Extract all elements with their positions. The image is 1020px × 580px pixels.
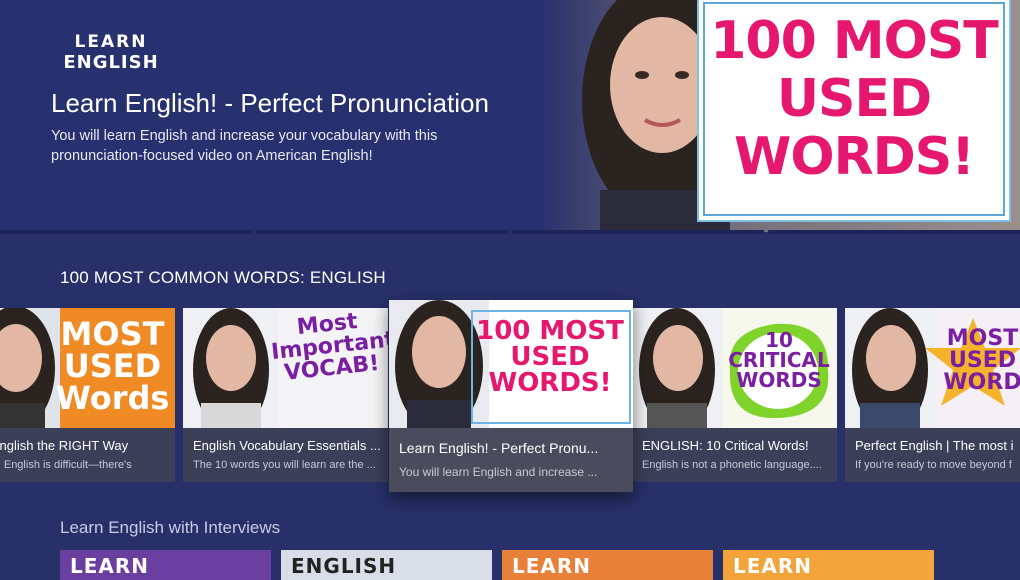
thumbnail-text: 100 MOST USED WORDS! (476, 316, 624, 398)
hero-thumbnail-card: 100 MOST USED WORDS! (703, 2, 1005, 216)
video-title: Learn English! - Perfect Pronu... (399, 440, 599, 456)
video-row-interviews: LEARN ENGLISH LEARN LEARN (60, 550, 934, 580)
video-thumbnail: MOST USED WORD (845, 308, 1020, 428)
video-thumbnail: Most Important VOCAB! (183, 308, 388, 428)
logo-line1: LEARN (74, 32, 148, 52)
thumbnail-text: MOST USED WORD (943, 326, 1020, 395)
video-card[interactable]: MOST USED Words n English the RIGHT Way … (0, 308, 175, 482)
video-card[interactable]: Most Important VOCAB! English Vocabulary… (183, 308, 388, 482)
video-card[interactable]: LEARN (723, 550, 934, 580)
video-description: The 10 words you will learn are the ... (193, 459, 376, 471)
video-title: ENGLISH: 10 Critical Words! (642, 438, 809, 453)
video-card[interactable]: LEARN (60, 550, 271, 580)
video-thumbnail: 10 CRITICAL WORDS (632, 308, 837, 428)
video-row-common-words: MOST USED Words n English the RIGHT Way … (0, 300, 1020, 492)
video-card[interactable]: LEARN (502, 550, 713, 580)
video-thumbnail: MOST USED Words (0, 308, 175, 428)
hero-thumbnail: 100 MOST USED WORDS! (540, 0, 1020, 232)
hero-pager (0, 230, 1020, 234)
hero-description: You will learn English and increase your… (51, 128, 438, 164)
row-title-interviews: Learn English with Interviews (60, 518, 281, 537)
hero-pager-segment (512, 230, 764, 234)
video-card[interactable]: MOST USED WORD Perfect English | The mos… (845, 308, 1020, 482)
hero-title: Learn English! - Perfect Pronunciation (51, 88, 489, 118)
video-title: English Vocabulary Essentials ... (193, 438, 381, 453)
video-description: English is not a phonetic language.... (642, 459, 822, 471)
hero-pager-segment (0, 230, 252, 234)
video-description: You will learn English and increase ... (399, 465, 598, 479)
thumbnail-text: LEARN (733, 554, 813, 578)
video-card[interactable]: 10 CRITICAL WORDS ENGLISH: 10 Critical W… (632, 308, 837, 482)
hero-pager-segment (256, 230, 508, 234)
thumbnail-text: MOST USED Words (55, 315, 170, 417)
video-title: n English the RIGHT Way (0, 438, 129, 453)
row-title-common-words: 100 MOST COMMON WORDS: ENGLISH (60, 268, 386, 287)
presenter-image (845, 308, 935, 428)
hero-pager-segment (768, 230, 1020, 234)
video-description: ning English is difficult—there's (0, 459, 132, 471)
hero-banner: 100 MOST USED WORDS! LEARN ENGLISH Learn… (0, 0, 1020, 232)
thumbnail-text: LEARN (512, 554, 592, 578)
thumbnail-text: ENGLISH (291, 554, 397, 578)
video-description: If you're ready to move beyond f (855, 459, 1012, 471)
learn-english-logo: LEARN ENGLISH (56, 32, 166, 74)
video-thumbnail: 100 MOST USED WORDS! (389, 300, 633, 428)
video-card[interactable]: ENGLISH (281, 550, 492, 580)
presenter-image (632, 308, 722, 428)
thumbnail-text: LEARN (70, 554, 150, 578)
video-card-focused[interactable]: 100 MOST USED WORDS! Learn English! - Pe… (389, 300, 633, 492)
logo-line2: ENGLISH (63, 52, 159, 73)
presenter-image (183, 308, 278, 428)
thumbnail-text: 10 CRITICAL WORDS (728, 328, 830, 392)
hero-thumbnail-text: 100 MOST USED WORDS! (710, 11, 999, 187)
video-title: Perfect English | The most i (855, 438, 1014, 453)
thumbnail-text: Most Important VOCAB! (269, 309, 388, 386)
